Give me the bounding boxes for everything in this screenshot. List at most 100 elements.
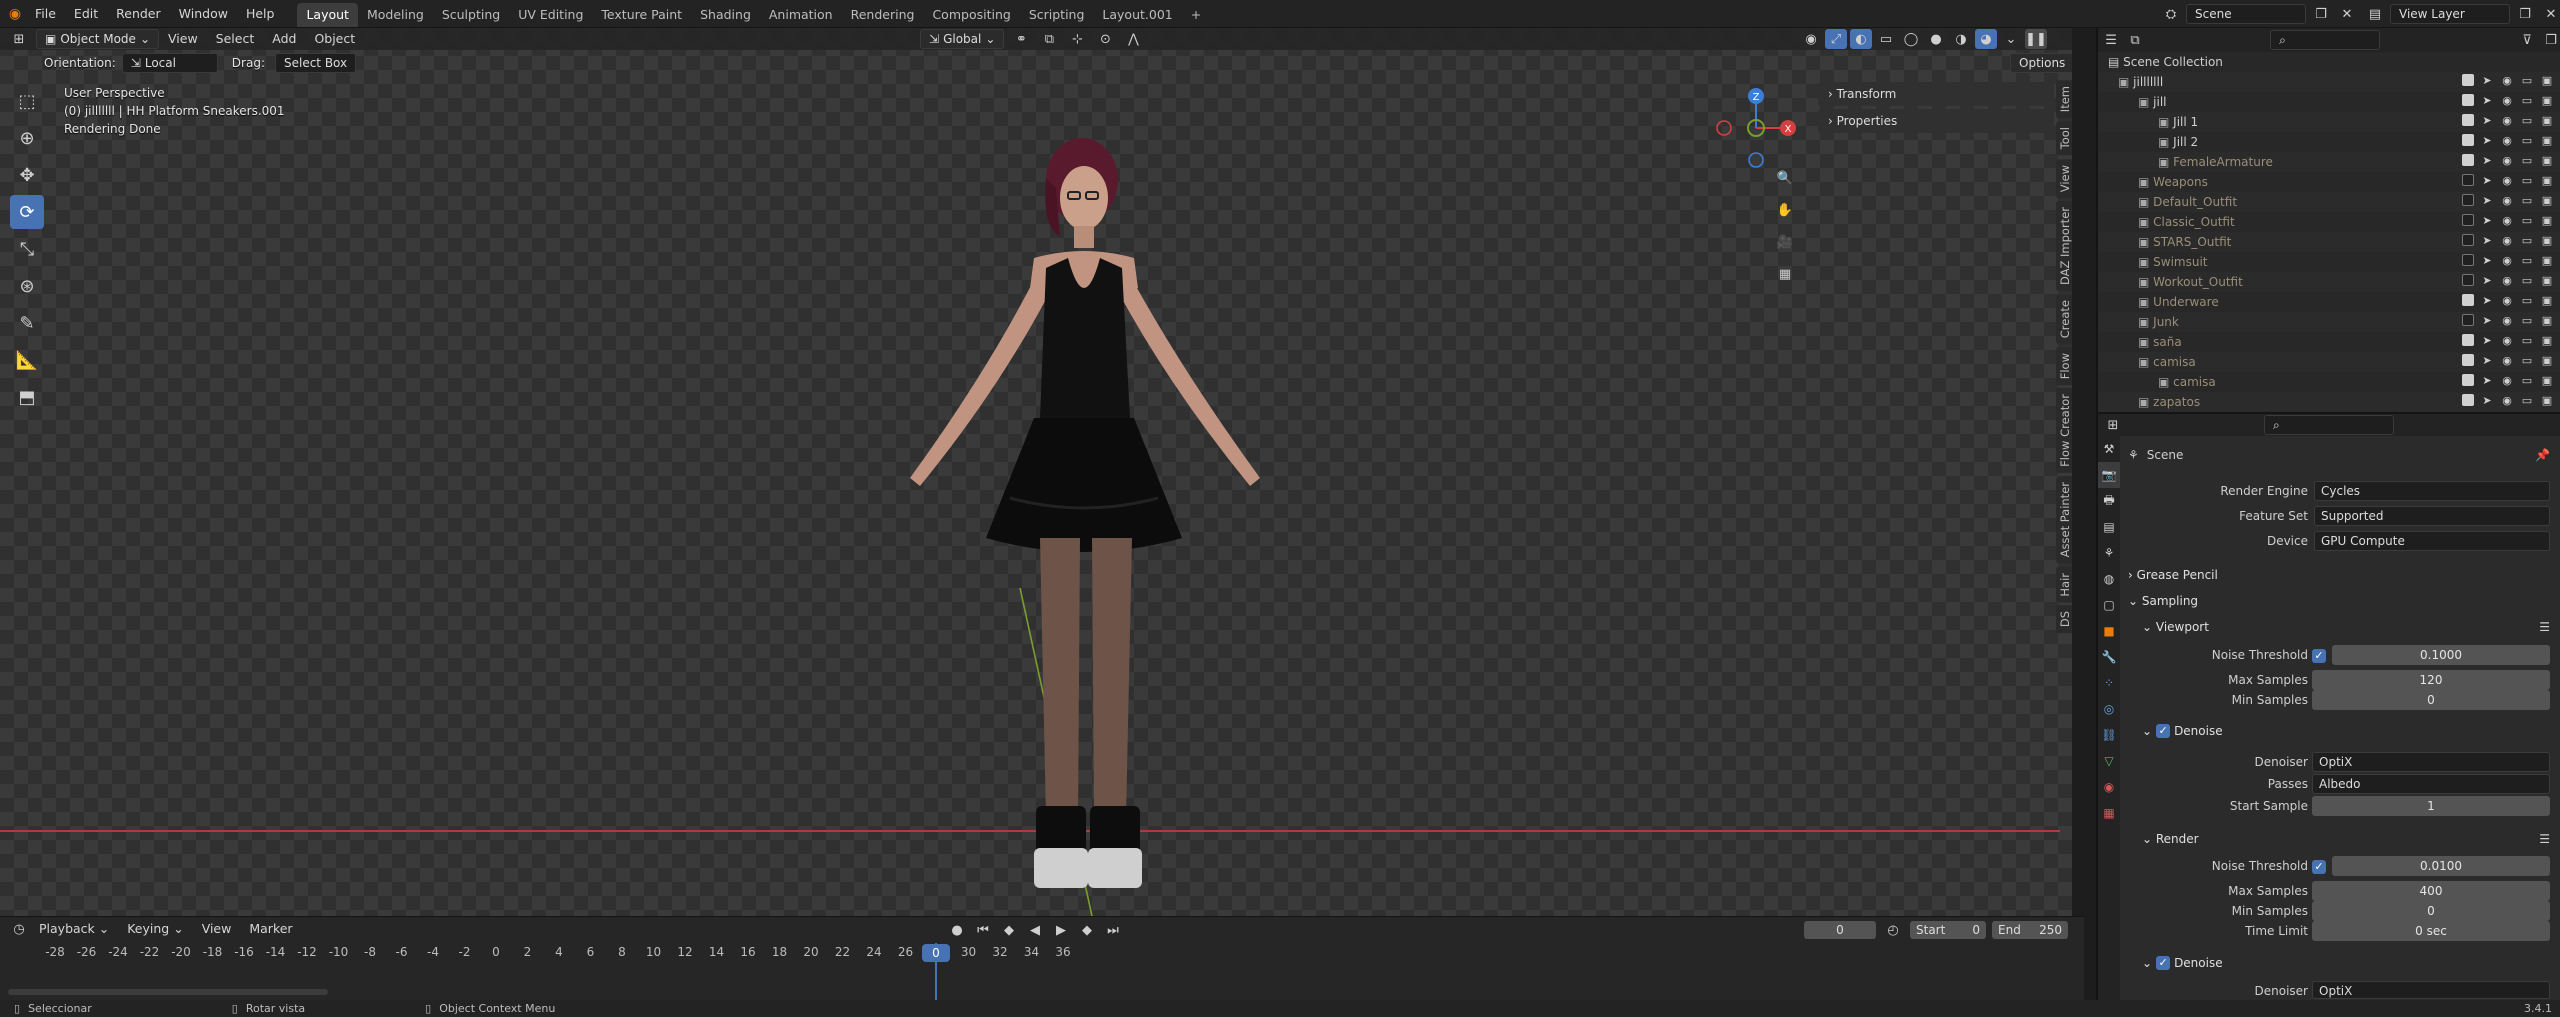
output-tab-icon[interactable]: 🖶 xyxy=(2098,488,2120,514)
wireframe-shading-icon[interactable]: ◯ xyxy=(1900,29,1922,49)
tab-layout[interactable]: Layout xyxy=(297,2,358,27)
select-arrow-icon[interactable]: ➤ xyxy=(2480,94,2494,108)
prev-keyframe-icon[interactable]: ◆ xyxy=(998,920,1020,940)
view-layer-tab-icon[interactable]: ▤ xyxy=(2098,514,2120,540)
monitor-icon[interactable]: ▭ xyxy=(2520,134,2534,148)
select-arrow-icon[interactable]: ➤ xyxy=(2480,174,2494,188)
view-layer-icon[interactable]: ▤ xyxy=(2364,4,2386,24)
tab-item[interactable]: Item xyxy=(2056,80,2072,119)
outliner-row[interactable]: ▣ Underware ➤ ◉ ▭ ▣ xyxy=(2098,292,2560,312)
tab-ds[interactable]: DS xyxy=(2056,605,2072,634)
select-arrow-icon[interactable]: ➤ xyxy=(2480,134,2494,148)
r-denoise-subpanel[interactable]: ⌄ ✓ Denoise xyxy=(2142,956,2223,970)
blender-logo-icon[interactable]: ◉ xyxy=(4,4,26,24)
tab-animation[interactable]: Animation xyxy=(760,3,842,27)
tab-daz-importer[interactable]: DAZ Importer xyxy=(2056,200,2072,291)
outliner-row[interactable]: ▣ jilllllll ➤ ◉ ▭ ▣ xyxy=(2098,72,2560,92)
tab-rendering[interactable]: Rendering xyxy=(842,3,924,27)
select-arrow-icon[interactable]: ➤ xyxy=(2480,74,2494,88)
record-icon[interactable]: ● xyxy=(946,920,968,940)
next-keyframe-icon[interactable]: ◆ xyxy=(1076,920,1098,940)
orientation-dropdown[interactable]: ⇲ Local xyxy=(121,53,218,73)
camera-render-icon[interactable]: ▣ xyxy=(2540,74,2554,88)
eye-icon[interactable]: ◉ xyxy=(2500,354,2514,368)
collection-tab-icon[interactable]: ▢ xyxy=(2098,592,2120,618)
camera-render-icon[interactable]: ▣ xyxy=(2540,214,2554,228)
vp-menu-object[interactable]: Object xyxy=(305,28,364,53)
timeline-menu-marker[interactable]: Marker xyxy=(240,915,301,943)
outliner-row[interactable]: ▣ Default_Outfit ➤ ◉ ▭ ▣ xyxy=(2098,192,2560,212)
transform-tool-icon[interactable]: ⊛ xyxy=(10,269,44,303)
character-model[interactable] xyxy=(820,118,1340,916)
select-arrow-icon[interactable]: ➤ xyxy=(2480,114,2494,128)
scale-tool-icon[interactable]: ⤡ xyxy=(10,232,44,266)
shading-options-icon[interactable]: ⌄ xyxy=(2000,29,2022,49)
constraints-tab-icon[interactable]: ⛓ xyxy=(2098,722,2120,748)
menu-file[interactable]: File xyxy=(26,0,65,28)
scene-icon[interactable]: ⛭ xyxy=(2160,4,2182,24)
pause-render-icon[interactable]: ❚❚ xyxy=(2025,29,2047,49)
timeline-menu-playback[interactable]: Playback ⌄ xyxy=(30,915,118,943)
object-tab-icon[interactable]: ■ xyxy=(2098,618,2120,644)
monitor-icon[interactable]: ▭ xyxy=(2520,254,2534,268)
clock-icon[interactable]: ◴ xyxy=(1882,920,1904,940)
outliner-row[interactable]: ▣ Jill 2 ➤ ◉ ▭ ▣ xyxy=(2098,132,2560,152)
camera-render-icon[interactable]: ▣ xyxy=(2540,294,2554,308)
vp-noise-threshold-checkbox[interactable]: ✓ xyxy=(2312,649,2326,663)
vp-min-samples-field[interactable]: 0 xyxy=(2312,690,2550,710)
outliner-row[interactable]: ▣ Workout_Outfit ➤ ◉ ▭ ▣ xyxy=(2098,272,2560,292)
filter-icon[interactable]: ⊽ xyxy=(2518,30,2536,50)
timeline-menu-view[interactable]: View xyxy=(193,915,241,943)
vp-denoise-checkbox[interactable]: ✓ xyxy=(2156,724,2171,738)
tab-modeling[interactable]: Modeling xyxy=(358,3,433,27)
exclude-checkbox[interactable] xyxy=(2462,94,2474,106)
overlay-toggle-icon[interactable]: ◐ xyxy=(1850,29,1872,49)
editor-type-icon[interactable]: ⊞ xyxy=(8,29,30,49)
monitor-icon[interactable]: ▭ xyxy=(2520,174,2534,188)
exclude-checkbox[interactable] xyxy=(2462,314,2474,326)
view-layer-name-field[interactable]: View Layer xyxy=(2390,4,2510,24)
outliner-row[interactable]: ▣ Classic_Outfit ➤ ◉ ▭ ▣ xyxy=(2098,212,2560,232)
3d-viewport[interactable]: ⊞ ▣ Object Mode ⌄ View Select Add Object… xyxy=(0,28,2072,916)
outliner-row[interactable]: ▣ camisa ➤ ◉ ▭ ▣ xyxy=(2098,372,2560,392)
delete-scene-icon[interactable]: ✕ xyxy=(2336,4,2358,24)
camera-icon[interactable]: 🎥 xyxy=(1774,232,1796,252)
solid-shading-icon[interactable]: ● xyxy=(1925,29,1947,49)
vp-max-samples-field[interactable]: 120 xyxy=(2312,670,2550,690)
tab-scripting[interactable]: Scripting xyxy=(1020,3,1094,27)
tool-tab-icon[interactable]: ⚒ xyxy=(2098,436,2120,462)
eye-icon[interactable]: ◉ xyxy=(2500,94,2514,108)
tab-flow-creator[interactable]: Flow Creator xyxy=(2056,388,2072,474)
jump-end-icon[interactable]: ⏭ xyxy=(1102,920,1124,940)
r-min-samples-field[interactable]: 0 xyxy=(2312,901,2550,921)
world-tab-icon[interactable]: ◍ xyxy=(2098,566,2120,592)
eye-icon[interactable]: ◉ xyxy=(2500,394,2514,408)
eye-icon[interactable]: ◉ xyxy=(2500,294,2514,308)
grease-pencil-panel[interactable]: › Grease Pencil xyxy=(2128,568,2218,582)
tab-compositing[interactable]: Compositing xyxy=(923,3,1019,27)
options-dropdown[interactable]: Options xyxy=(2010,53,2072,73)
tab-hair[interactable]: Hair xyxy=(2056,566,2072,603)
outliner-row[interactable]: ▣ Junk ➤ ◉ ▭ ▣ xyxy=(2098,312,2560,332)
eye-icon[interactable]: ◉ xyxy=(2500,254,2514,268)
vp-noise-threshold-field[interactable]: 0.1000 xyxy=(2332,645,2550,665)
tab-sculpting[interactable]: Sculpting xyxy=(433,3,509,27)
select-arrow-icon[interactable]: ➤ xyxy=(2480,354,2494,368)
r-noise-threshold-field[interactable]: 0.0100 xyxy=(2332,856,2550,876)
rendered-shading-icon[interactable]: ◕ xyxy=(1975,29,1997,49)
monitor-icon[interactable]: ▭ xyxy=(2520,234,2534,248)
camera-render-icon[interactable]: ▣ xyxy=(2540,334,2554,348)
monitor-icon[interactable]: ▭ xyxy=(2520,314,2534,328)
r-max-samples-field[interactable]: 400 xyxy=(2312,881,2550,901)
exclude-checkbox[interactable] xyxy=(2462,354,2474,366)
proportional-edit-icon[interactable]: ⊙ xyxy=(1094,29,1116,49)
exclude-checkbox[interactable] xyxy=(2462,74,2474,86)
exclude-checkbox[interactable] xyxy=(2462,274,2474,286)
exclude-checkbox[interactable] xyxy=(2462,154,2474,166)
physics-tab-icon[interactable]: ◎ xyxy=(2098,696,2120,722)
camera-render-icon[interactable]: ▣ xyxy=(2540,114,2554,128)
falloff-icon[interactable]: ⋀ xyxy=(1122,29,1144,49)
outliner-row[interactable]: ▣ saña ➤ ◉ ▭ ▣ xyxy=(2098,332,2560,352)
transform-orientation-dropdown[interactable]: ⇲ Global ⌄ xyxy=(920,29,1005,49)
camera-render-icon[interactable]: ▣ xyxy=(2540,374,2554,388)
